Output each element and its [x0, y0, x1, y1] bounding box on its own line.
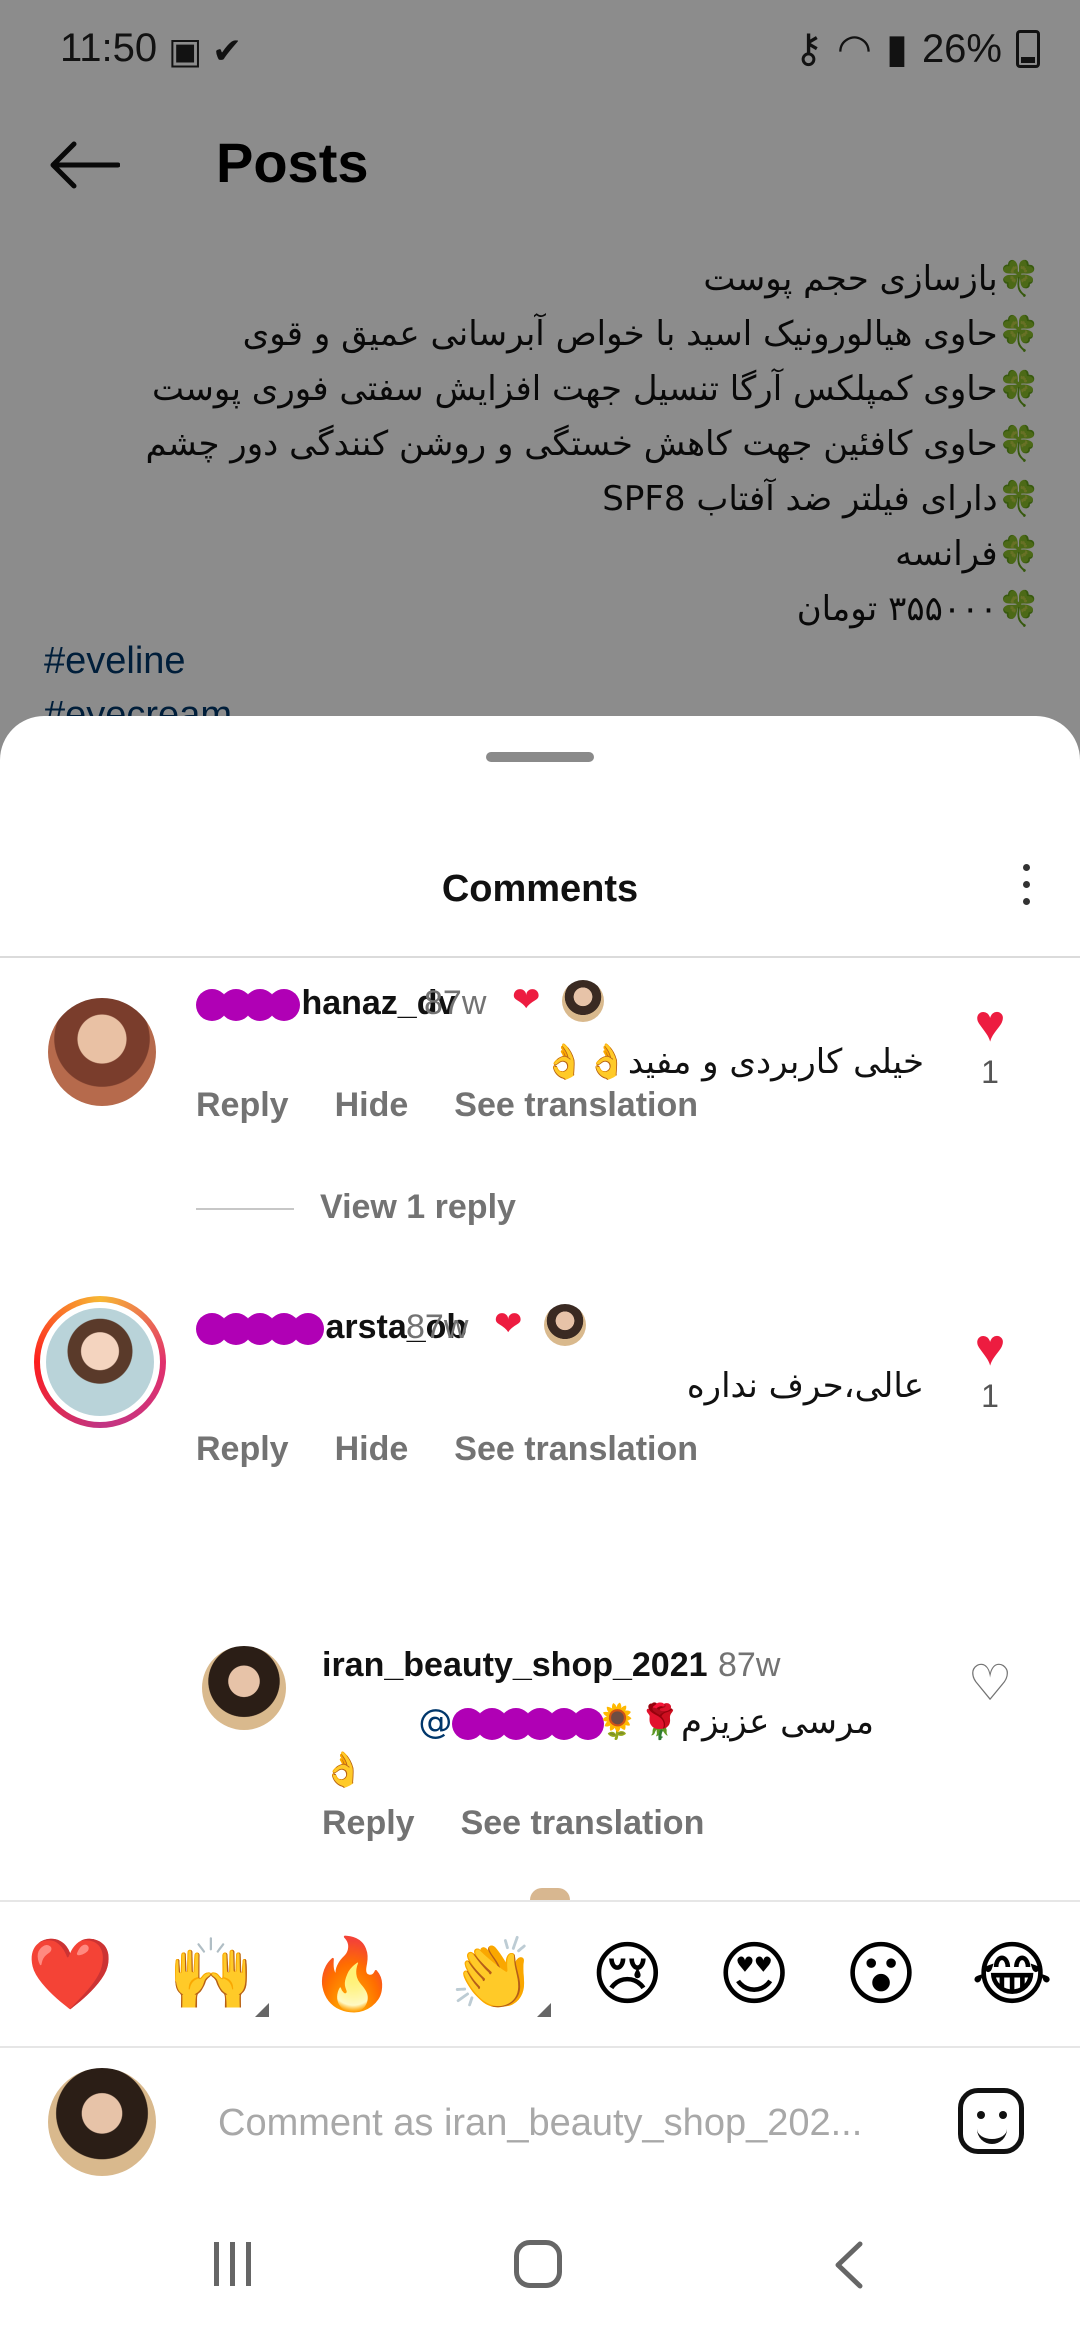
- hide-button[interactable]: Hide: [335, 1086, 409, 1124]
- reply-text-body: مرسی عزیزم🌹🌻: [596, 1702, 874, 1742]
- reply-time: 87w: [718, 1646, 781, 1684]
- redaction-mark: [292, 1313, 324, 1346]
- like-count: 1: [981, 1378, 999, 1414]
- comment-time: 87w: [424, 984, 487, 1022]
- reply-button[interactable]: Reply: [322, 1804, 415, 1842]
- reply-text: مرسی عزیزم🌹🌻 @: [418, 1702, 874, 1742]
- emoji-heart[interactable]: ❤️: [27, 1939, 114, 2009]
- reply-item: iran_beauty_shop_2021 87w مرسی عزیزم🌹🌻@ …: [0, 1596, 1080, 1896]
- emoji-glyph: 🙌: [167, 1933, 256, 2015]
- author-liked-heart-icon: ❤: [512, 981, 541, 1019]
- like-heart-outline-icon[interactable]: ♡: [960, 1654, 1020, 1712]
- emoji-heart-eyes[interactable]: 😍: [718, 1939, 791, 2009]
- emoji-fire[interactable]: 🔥: [309, 1939, 396, 2009]
- see-translation-button[interactable]: See translation: [454, 1430, 698, 1468]
- reply-button[interactable]: Reply: [196, 1086, 289, 1124]
- author-avatar-mini: [562, 980, 604, 1022]
- nav-back-icon[interactable]: [826, 2240, 876, 2290]
- drag-handle[interactable]: [486, 752, 594, 762]
- reply-username[interactable]: iran_beauty_shop_2021: [322, 1646, 708, 1685]
- like-count: 1: [981, 1054, 999, 1090]
- avatar[interactable]: [202, 1646, 286, 1730]
- author-liked-heart-icon: ❤: [494, 1305, 523, 1343]
- comment-item: arsta_ob 87w ❤ عالی،حرف نداره Reply Hide S…: [0, 1296, 1080, 1596]
- comment-actions: Reply Hide See translation: [196, 1430, 744, 1469]
- sticker-icon[interactable]: [958, 2088, 1024, 2154]
- next-avatar-partial: [530, 1888, 570, 1900]
- emoji-clap[interactable]: 👏: [450, 1939, 552, 2017]
- comment-username[interactable]: hanaz_dv: [196, 984, 456, 1023]
- home-icon[interactable]: [514, 2240, 562, 2288]
- comment-actions: Reply Hide See translation: [196, 1086, 744, 1125]
- comment-text: خیلی کاربردی و مفید👌👌: [543, 1042, 924, 1082]
- author-avatar-mini: [544, 1304, 586, 1346]
- view-replies-label: View 1 reply: [320, 1188, 516, 1226]
- emoji-reaction-bar: ❤️ 🙌 🔥 👏 😢 😍 😮 😂: [0, 1900, 1080, 2048]
- mention-link[interactable]: @: [418, 1702, 452, 1742]
- divider: [196, 1208, 294, 1211]
- variant-indicator-icon: [255, 2003, 270, 2017]
- see-translation-button[interactable]: See translation: [454, 1086, 698, 1124]
- reply-actions: Reply See translation: [322, 1804, 750, 1843]
- comment-text: عالی،حرف نداره: [686, 1366, 924, 1406]
- hide-button[interactable]: Hide: [335, 1430, 409, 1468]
- like-heart-icon[interactable]: ♥: [960, 994, 1020, 1054]
- recent-apps-icon[interactable]: [214, 2242, 262, 2286]
- comment-input[interactable]: [216, 2092, 920, 2154]
- reply-button[interactable]: Reply: [196, 1430, 289, 1468]
- comment-time: 87w: [406, 1308, 469, 1346]
- emoji-crying[interactable]: 😢: [591, 1939, 664, 2009]
- system-nav-bar: [0, 2200, 1080, 2340]
- see-translation-button[interactable]: See translation: [461, 1804, 705, 1842]
- emoji-laughing[interactable]: 😂: [971, 1939, 1053, 2009]
- like-heart-icon[interactable]: ♥: [960, 1318, 1020, 1378]
- emoji-glyph: 👏: [449, 1933, 538, 2015]
- emoji-surprised[interactable]: 😮: [844, 1939, 917, 2009]
- sheet-title: Comments: [441, 868, 639, 910]
- redaction-mark: [268, 989, 300, 1022]
- reply-text-line2: 👌: [322, 1750, 365, 1790]
- post-screen: 11:50 ▣ ✔ ⚷ ◠ ▮ 26% Posts 🍀بازسازی حجم پ…: [0, 0, 1080, 760]
- avatar[interactable]: [48, 998, 156, 1106]
- avatar[interactable]: [46, 1308, 154, 1416]
- more-options-icon[interactable]: [1016, 864, 1036, 914]
- comment-item: hanaz_dv 87w ❤ خیلی کاربردی و مفید👌👌 Rep…: [0, 956, 1080, 1296]
- modal-overlay[interactable]: [0, 0, 1080, 760]
- emoji-raised-hands[interactable]: 🙌: [168, 1939, 270, 2017]
- variant-indicator-icon: [537, 2003, 552, 2017]
- comment-composer: [0, 2048, 1080, 2198]
- view-replies-button[interactable]: View 1 reply: [196, 1188, 516, 1227]
- avatar: [48, 2068, 156, 2176]
